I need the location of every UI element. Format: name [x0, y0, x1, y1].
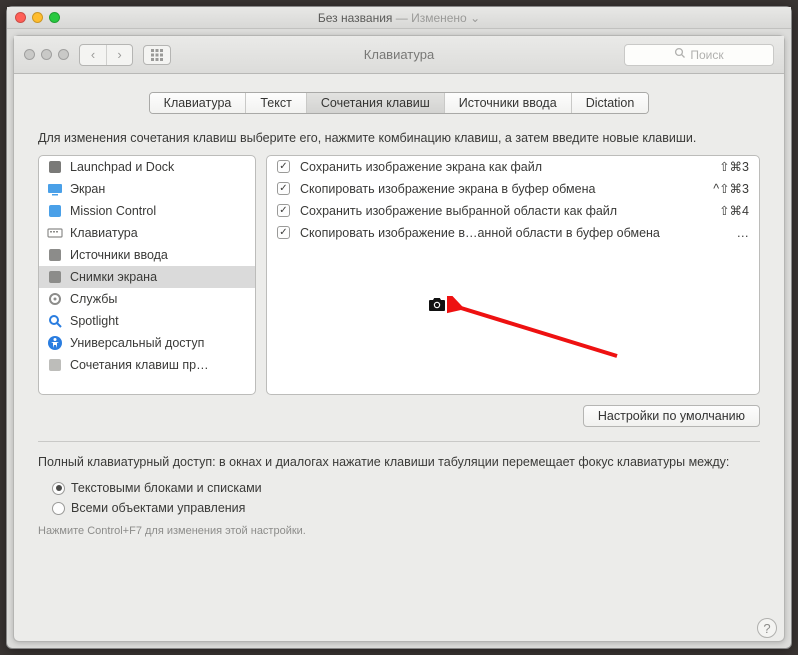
shortcut-row[interactable]: ✓ Скопировать изображение в…анной област… [267, 222, 759, 244]
category-label: Spotlight [70, 314, 119, 328]
close-icon[interactable] [15, 12, 26, 23]
shortcut-key[interactable]: ^⇧⌘3 [713, 181, 749, 196]
radio-text-controls[interactable]: Текстовыми блоками и списками [52, 481, 760, 495]
category-item[interactable]: Универсальный доступ [39, 332, 255, 354]
tab-1[interactable]: Текст [246, 93, 306, 113]
category-item[interactable]: Службы [39, 288, 255, 310]
shortcut-key[interactable]: ⇧⌘4 [719, 203, 749, 218]
shortcut-label: Сохранить изображение выбранной области … [300, 204, 709, 218]
minimize-icon[interactable] [41, 49, 52, 60]
category-label: Службы [70, 292, 117, 306]
category-item[interactable]: Сочетания клавиш пр… [39, 354, 255, 376]
tab-3[interactable]: Источники ввода [445, 93, 572, 113]
full-keyboard-access-text: Полный клавиатурный доступ: в окнах и ди… [38, 454, 760, 472]
checkbox[interactable]: ✓ [277, 204, 290, 217]
outer-editor-window: Без названия — Изменено ⌄ ‹ › [6, 6, 792, 649]
search-placeholder: Поиск [690, 48, 723, 62]
system-prefs-window: ‹ › Клавиатура Поиск [13, 35, 785, 642]
help-button[interactable]: ? [757, 618, 777, 638]
annotation-arrow [447, 296, 647, 376]
close-icon[interactable] [24, 49, 35, 60]
radio-all-controls[interactable]: Всеми объектами управления [52, 501, 760, 515]
category-item[interactable]: Снимки экрана [39, 266, 255, 288]
input-icon [47, 247, 63, 263]
category-item[interactable]: Mission Control [39, 200, 255, 222]
checkbox[interactable]: ✓ [277, 160, 290, 173]
checkbox[interactable]: ✓ [277, 182, 290, 195]
nav-buttons: ‹ › [79, 44, 133, 66]
back-button[interactable]: ‹ [80, 45, 106, 65]
shortcut-label: Скопировать изображение в…анной области … [300, 226, 727, 240]
show-all-button[interactable] [143, 45, 171, 65]
category-label: Mission Control [70, 204, 156, 218]
app-icon [47, 357, 63, 373]
category-label: Источники ввода [70, 248, 168, 262]
outer-title-text: Без названия [318, 11, 393, 25]
chevron-down-icon[interactable]: ⌄ [470, 11, 480, 25]
shortcut-label: Сохранить изображение экрана как файл [300, 160, 709, 174]
search-icon [674, 47, 686, 62]
gear-icon [47, 291, 63, 307]
grid-icon [150, 48, 164, 62]
category-label: Экран [70, 182, 105, 196]
category-label: Launchpad и Dock [70, 160, 174, 174]
shortcut-row[interactable]: ✓ Сохранить изображение экрана как файл … [267, 156, 759, 178]
category-list[interactable]: Launchpad и Dock Экран Mission Control Клав… [38, 155, 256, 395]
category-label: Снимки экрана [70, 270, 157, 284]
tab-0[interactable]: Клавиатура [150, 93, 247, 113]
forward-button[interactable]: › [106, 45, 132, 65]
category-item[interactable]: Источники ввода [39, 244, 255, 266]
camera-icon [427, 296, 447, 317]
access-icon [47, 335, 63, 351]
search-input[interactable]: Поиск [624, 44, 774, 66]
category-item[interactable]: Экран [39, 178, 255, 200]
mission-icon [47, 203, 63, 219]
tab-bar: КлавиатураТекстСочетания клавишИсточники… [149, 92, 650, 114]
category-item[interactable]: Spotlight [39, 310, 255, 332]
footnote-text: Нажмите Control+F7 для изменения этой на… [38, 525, 760, 537]
launchpad-icon [47, 159, 63, 175]
category-label: Клавиатура [70, 226, 138, 240]
screenshot-icon [47, 269, 63, 285]
category-item[interactable]: Launchpad и Dock [39, 156, 255, 178]
shortcut-label: Скопировать изображение экрана в буфер о… [300, 182, 703, 196]
zoom-icon[interactable] [58, 49, 69, 60]
minimize-icon[interactable] [32, 12, 43, 23]
radio-icon [52, 482, 65, 495]
outer-titlebar: Без названия — Изменено ⌄ [7, 7, 791, 29]
content-area: КлавиатураТекстСочетания клавишИсточники… [14, 74, 784, 641]
tab-4[interactable]: Dictation [572, 93, 649, 113]
checkbox[interactable]: ✓ [277, 226, 290, 239]
radio-label: Текстовыми блоками и списками [71, 481, 262, 495]
prefs-traffic-lights [24, 49, 69, 60]
restore-defaults-button[interactable]: Настройки по умолчанию [583, 405, 760, 427]
radio-label: Всеми объектами управления [71, 501, 245, 515]
shortcut-row[interactable]: ✓ Сохранить изображение выбранной област… [267, 200, 759, 222]
outer-modified-label: — Изменено [396, 11, 467, 25]
display-icon [47, 181, 63, 197]
shortcut-row[interactable]: ✓ Скопировать изображение экрана в буфер… [267, 178, 759, 200]
category-label: Сочетания клавиш пр… [70, 358, 209, 372]
zoom-icon[interactable] [49, 12, 60, 23]
shortcut-list[interactable]: ✓ Сохранить изображение экрана как файл … [266, 155, 760, 395]
outer-traffic-lights [15, 12, 60, 23]
instruction-text: Для изменения сочетания клавиш выберите … [38, 130, 760, 147]
shortcut-key[interactable]: ⇧⌘3 [719, 159, 749, 174]
spotlight-icon [47, 313, 63, 329]
category-item[interactable]: Клавиатура [39, 222, 255, 244]
keyboard-icon [47, 225, 63, 241]
radio-icon [52, 502, 65, 515]
tab-2[interactable]: Сочетания клавиш [307, 93, 445, 113]
prefs-toolbar: ‹ › Клавиатура Поиск [14, 36, 784, 74]
category-label: Универсальный доступ [70, 336, 204, 350]
divider [38, 441, 760, 442]
shortcut-key[interactable]: … [737, 226, 750, 240]
outer-window-title: Без названия — Изменено ⌄ [7, 11, 791, 25]
